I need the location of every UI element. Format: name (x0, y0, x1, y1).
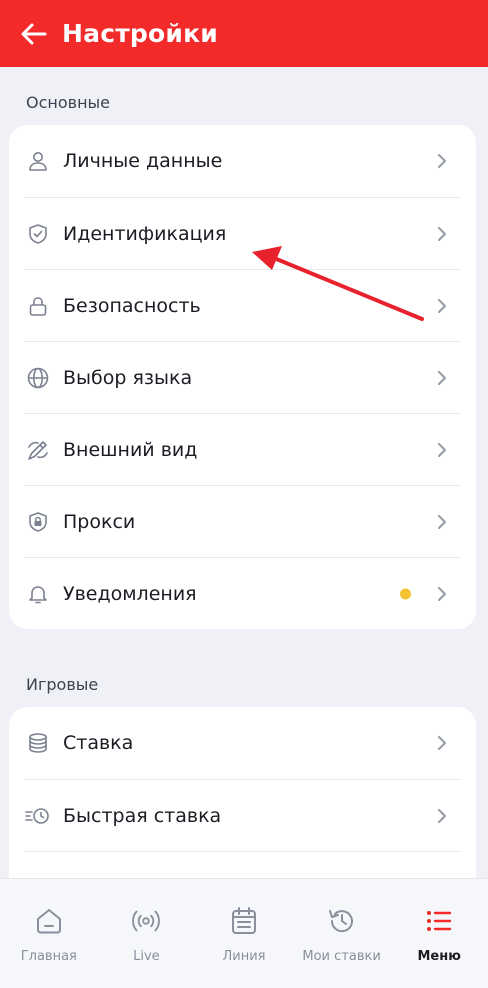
brush-icon (25, 437, 51, 463)
settings-item-label: Идентификация (63, 222, 227, 245)
chevron-right-icon (437, 153, 447, 169)
chevron-right-icon (437, 514, 447, 529)
settings-card-game: Ставка Быстрая ставка (9, 707, 476, 907)
settings-item-notifications[interactable]: Уведомления (24, 557, 461, 629)
settings-item-appearance[interactable]: Внешний вид (24, 413, 461, 485)
chevron-right-icon (437, 226, 447, 241)
nav-item-live[interactable]: Live (98, 879, 196, 988)
user-icon (25, 148, 51, 174)
nav-label: Главная (20, 949, 77, 964)
settings-item-proxy[interactable]: Прокси (24, 485, 461, 557)
settings-item-label: Прокси (63, 510, 136, 533)
settings-item-label: Личные данные (63, 150, 223, 172)
shield-check-icon (25, 221, 51, 247)
nav-label: Меню (417, 949, 461, 964)
bottom-navigation: Главная Live Линия Мои ставки Меню (0, 878, 488, 988)
page-title: Настройки (62, 19, 218, 48)
calendar-icon (228, 905, 260, 937)
settings-item-personal-data[interactable]: Личные данные (24, 125, 461, 197)
nav-item-my-bets[interactable]: Мои ставки (293, 879, 391, 988)
chevron-right-icon (437, 586, 447, 601)
settings-item-bet[interactable]: Ставка (24, 707, 461, 779)
settings-item-language[interactable]: Выбор языка (24, 341, 461, 413)
shield-lock-icon (25, 509, 51, 535)
history-icon (326, 905, 358, 937)
bell-icon (25, 581, 51, 607)
chevron-right-icon (437, 735, 447, 751)
globe-icon (25, 365, 51, 391)
broadcast-icon (130, 905, 162, 937)
settings-item-label: Безопасность (63, 294, 201, 317)
notification-badge-dot (400, 588, 411, 599)
coins-icon (25, 730, 51, 756)
nav-label: Live (133, 949, 160, 964)
nav-item-home[interactable]: Главная (0, 879, 98, 988)
chevron-right-icon (437, 298, 447, 313)
arrow-left-icon (21, 23, 47, 44)
settings-card-main: Личные данные Идентификация Безопасность… (9, 125, 476, 629)
settings-item-label: Уведомления (63, 582, 197, 605)
settings-item-label: Быстрая ставка (63, 804, 222, 827)
menu-list-icon (423, 905, 455, 937)
section-label-main: Основные (26, 93, 111, 112)
settings-item-label: Ставка (63, 732, 134, 754)
chevron-right-icon (437, 370, 447, 385)
settings-item-label: Внешний вид (63, 438, 198, 461)
nav-item-menu[interactable]: Меню (390, 879, 488, 988)
chevron-right-icon (437, 808, 447, 823)
settings-item-quick-bet[interactable]: Быстрая ставка (24, 779, 461, 851)
nav-label: Мои ставки (302, 949, 381, 964)
chevron-right-icon (437, 442, 447, 457)
settings-item-label: Выбор языка (63, 366, 193, 389)
lock-icon (25, 293, 51, 319)
app-header: Настройки (0, 0, 488, 67)
home-icon (33, 905, 65, 937)
settings-item-security[interactable]: Безопасность (24, 269, 461, 341)
nav-label: Линия (222, 949, 266, 964)
nav-item-line[interactable]: Линия (195, 879, 293, 988)
settings-item-identification[interactable]: Идентификация (24, 197, 461, 269)
fast-timer-icon (25, 803, 51, 829)
section-label-game: Игровые (26, 675, 99, 694)
back-button[interactable] (12, 12, 56, 56)
